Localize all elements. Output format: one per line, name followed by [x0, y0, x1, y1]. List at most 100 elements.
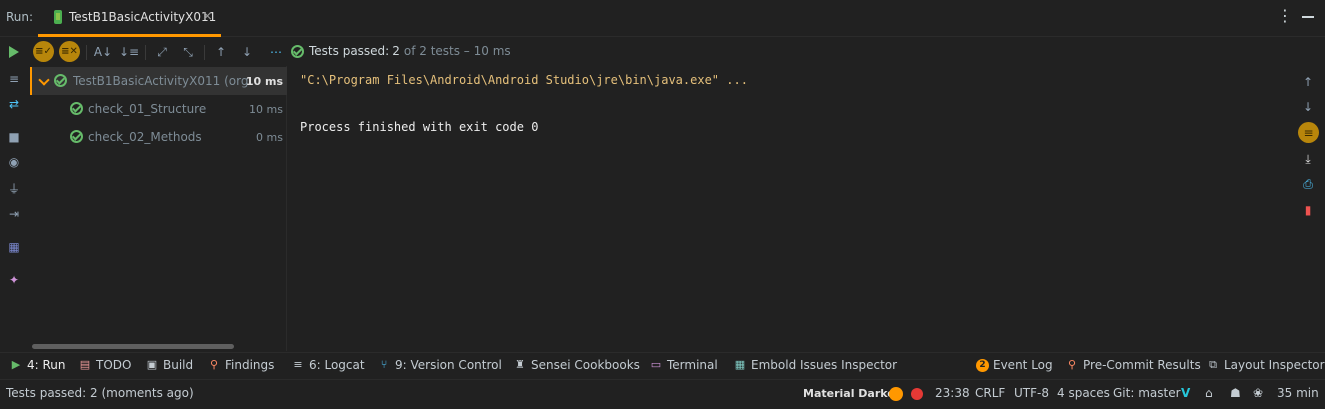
inspector-icon[interactable]: ☗ [1230, 386, 1241, 400]
test-runner-toolbar: ≡✓ ≡✕ A↓ ↓≡ ⤢ ⤡ ↑ ↓ ⋯ Tests passed: 2 of… [0, 38, 1325, 66]
file-encoding[interactable]: UTF-8 [1014, 386, 1049, 400]
tab-findings-label: Findings [225, 358, 275, 372]
tab-precommit-label: Pre-Commit Results [1083, 358, 1201, 372]
tab-findings[interactable]: ⚲ Findings [208, 358, 274, 372]
layout-icon[interactable]: ▦ [7, 240, 21, 254]
tab-sensei-label: Sensei Cookbooks [531, 358, 640, 372]
passed-check-icon [70, 130, 83, 143]
hide-panel-icon[interactable] [1302, 16, 1314, 18]
status-message[interactable]: Tests passed: 2 (moments ago) [6, 386, 194, 400]
console-output[interactable]: "C:\Program Files\Android\Android Studio… [288, 66, 1292, 351]
show-passed-icon[interactable]: ≡✓ [33, 41, 54, 62]
horizontal-scrollbar[interactable] [32, 344, 234, 349]
tree-row-suite[interactable]: TestB1BasicActivityX011 (org.aplas 10 ms [30, 67, 287, 95]
record-icon[interactable] [911, 388, 923, 400]
tool-window-bar: ▶ 4: Run ▤ TODO ▣ Build ⚲ Findings ≡ 6: … [0, 352, 1325, 378]
todo-icon: ▤ [79, 358, 91, 371]
test-suite-name: TestB1BasicActivityX011 (org.aplas [73, 74, 253, 88]
prev-failed-icon[interactable]: ↑ [212, 42, 230, 62]
vcs-check-icon[interactable]: V [1181, 386, 1190, 400]
tab-terminal[interactable]: ▭ Terminal [650, 358, 718, 372]
tab-event-log-label: Event Log [993, 358, 1053, 372]
tree-row-test[interactable]: check_01_Structure 10 ms [30, 95, 287, 123]
tab-build[interactable]: ▣ Build [146, 358, 193, 372]
tab-run-label: 4: Run [27, 358, 66, 372]
tab-todo-label: TODO [96, 358, 132, 372]
stop-icon[interactable]: ■ [7, 130, 21, 144]
tab-version-control-label: 9: Version Control [395, 358, 502, 372]
tests-passed-count: 2 [392, 44, 400, 58]
paw-icon[interactable]: ❀ [1253, 386, 1263, 400]
collapse-all-icon[interactable]: ⤡ [179, 42, 197, 62]
sort-duration-icon[interactable]: ↓≡ [119, 42, 139, 62]
passed-check-icon [70, 102, 83, 115]
theme-accent-icon[interactable] [889, 387, 903, 401]
scroll-up-icon[interactable]: ↑ [1300, 74, 1316, 90]
toolbar-separator [86, 45, 87, 60]
tab-event-log[interactable]: 2 Event Log [976, 358, 1053, 372]
embold-icon: ▦ [734, 358, 746, 371]
sort-alpha-icon[interactable]: A↓ [94, 42, 112, 62]
soft-wrap-icon[interactable]: ≡ [1298, 122, 1319, 143]
pin-icon[interactable]: ✦ [7, 273, 21, 287]
more-icon[interactable]: ⋯ [267, 42, 285, 62]
theme-name[interactable]: Material Darker [803, 387, 900, 400]
tab-run[interactable]: ▶ 4: Run [10, 358, 66, 372]
caret-position[interactable]: 23:38 [935, 386, 970, 400]
tab-layout-inspector-label: Layout Inspector [1224, 358, 1325, 372]
lock-icon[interactable]: ⌂ [1205, 386, 1213, 400]
test-name: check_01_Structure [88, 102, 207, 116]
indent-setting[interactable]: 4 spaces [1057, 386, 1110, 400]
more-options-icon[interactable]: ⋮ [1277, 8, 1293, 24]
tab-build-label: Build [163, 358, 194, 372]
chevron-down-icon[interactable] [38, 74, 50, 86]
android-test-icon [54, 10, 62, 24]
session-duration[interactable]: 35 min [1277, 386, 1319, 400]
tests-passed-detail: of 2 tests – 10 ms [403, 44, 511, 58]
print-icon[interactable]: ⎙ [1300, 176, 1316, 192]
passed-check-icon [54, 74, 67, 87]
tree-row-test[interactable]: check_02_Methods 0 ms [30, 123, 287, 151]
test-results-tree: TestB1BasicActivityX011 (org.aplas 10 ms… [30, 66, 287, 351]
scroll-down-icon[interactable]: ↓ [1300, 99, 1316, 115]
findings-icon: ⚲ [1067, 358, 1077, 371]
scroll-to-end-icon[interactable]: ⤓ [1300, 151, 1316, 167]
tab-version-control[interactable]: ⑂ 9: Version Control [378, 358, 502, 372]
camera-icon[interactable]: ◉ [7, 155, 21, 169]
tab-embold-label: Embold Issues Inspector [751, 358, 898, 372]
passed-check-icon [291, 44, 304, 58]
tab-todo[interactable]: ▤ TODO [79, 358, 132, 372]
tab-logcat-label: 6: Logcat [309, 358, 365, 372]
next-failed-icon[interactable]: ↓ [238, 42, 256, 62]
expand-all-icon[interactable]: ⤢ [153, 42, 171, 62]
git-branch[interactable]: Git: master [1113, 386, 1181, 400]
test-suite-time: 10 ms [245, 74, 283, 88]
show-ignored-icon[interactable]: ≡✕ [59, 41, 80, 62]
status-bar: Tests passed: 2 (moments ago) Material D… [0, 379, 1325, 409]
tab-logcat[interactable]: ≡ 6: Logcat [292, 358, 365, 372]
logcat-icon: ≡ [293, 358, 303, 371]
exit-icon[interactable]: ⇥ [7, 207, 21, 221]
tab-layout-inspector[interactable]: ⧉ Layout Inspector [1207, 358, 1325, 372]
toolbar-separator [145, 45, 146, 60]
findings-icon: ⚲ [209, 358, 219, 371]
swap-icon[interactable]: ⇄ [7, 97, 21, 111]
run-label: Run: [6, 10, 34, 24]
console-command-line: "C:\Program Files\Android\Android Studio… [300, 73, 748, 87]
line-separator[interactable]: CRLF [975, 386, 1005, 400]
test-time: 10 ms [249, 102, 283, 116]
toolbar-separator [204, 45, 205, 60]
plug-icon[interactable]: ⏚ [7, 181, 21, 196]
tab-embold[interactable]: ▦ Embold Issues Inspector [734, 358, 897, 372]
tab-sensei[interactable]: ♜ Sensei Cookbooks [514, 358, 640, 372]
tab-terminal-label: Terminal [667, 358, 718, 372]
tab-test-configuration[interactable]: TestB1BasicActivityX011 × [38, 0, 221, 37]
rerun-icon[interactable] [6, 42, 22, 62]
trash-icon[interactable]: ▮ [1300, 202, 1316, 218]
branch-icon: ⑂ [380, 358, 388, 371]
tab-precommit[interactable]: ⚲ Pre-Commit Results [1066, 358, 1201, 372]
toggle-tree-icon[interactable]: ≡ [7, 72, 21, 86]
close-icon[interactable]: × [202, 9, 213, 24]
left-action-strip: ≡ ⇄ ■ ◉ ⏚ ⇥ ▦ ✦ [0, 66, 28, 351]
tests-passed-label: Tests passed: [309, 44, 390, 58]
